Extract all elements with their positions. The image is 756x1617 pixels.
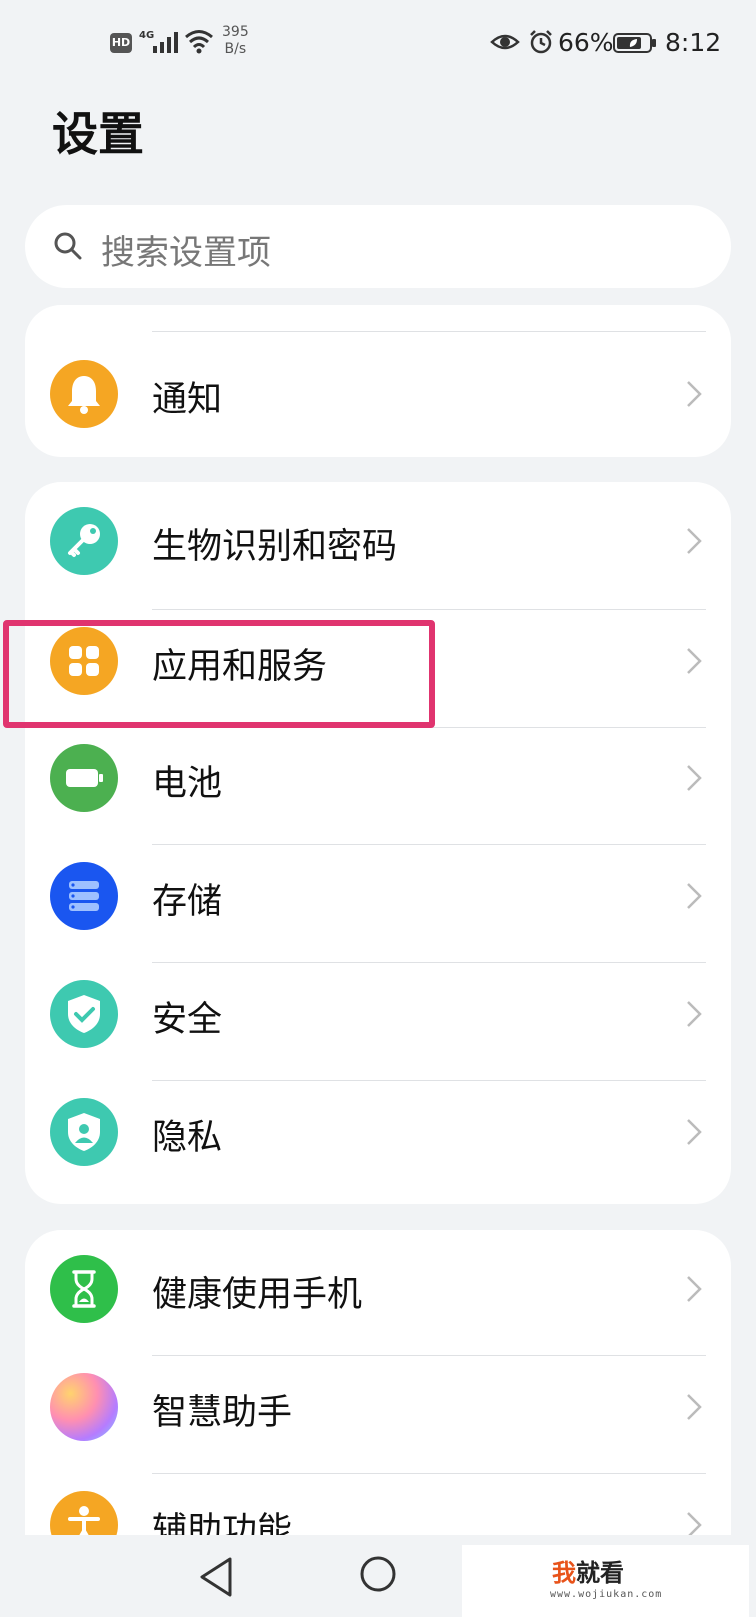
assistant-orb-icon: [50, 1373, 118, 1441]
chevron-right-icon: [687, 648, 702, 674]
network-speed-unit: B/s: [224, 41, 247, 57]
wifi-icon: [185, 30, 213, 54]
chevron-right-icon: [687, 528, 702, 554]
battery-saver-icon: [613, 33, 656, 53]
chevron-right-icon: [687, 1001, 702, 1027]
settings-group-2: 生物识别和密码 应用和服务 电池 存储 安全 隐私: [25, 482, 731, 1204]
settings-item-digital-balance[interactable]: 健康使用手机: [25, 1230, 731, 1348]
battery-icon: [50, 744, 118, 812]
chevron-right-icon: [687, 1119, 702, 1145]
clock: 8:12: [665, 28, 722, 57]
watermark-url: www.wojiukan.com: [550, 1589, 663, 1600]
shield-check-icon: [50, 980, 118, 1048]
settings-item-label: 电池: [152, 764, 223, 804]
back-icon[interactable]: [196, 1555, 236, 1599]
chevron-right-icon: [687, 381, 702, 407]
settings-item-label: 生物识别和密码: [152, 527, 398, 567]
watermark-logo: 我就看: [552, 1559, 624, 1587]
settings-item-security[interactable]: 安全: [25, 955, 731, 1073]
alarm-icon: [530, 30, 552, 54]
battery-percent: 66%: [558, 28, 614, 57]
network-speed: 395 B/s: [222, 24, 249, 58]
page-title: 设置: [52, 107, 144, 161]
settings-item-battery[interactable]: 电池: [25, 719, 731, 837]
settings-item-biometrics-password[interactable]: 生物识别和密码: [25, 482, 731, 600]
settings-item-notifications[interactable]: 通知: [25, 335, 731, 453]
signal-icon: [153, 32, 178, 53]
watermark: 我就看 www.wojiukan.com: [462, 1545, 749, 1617]
key-icon: [50, 507, 118, 575]
chevron-right-icon: [687, 883, 702, 909]
divider: [152, 331, 706, 332]
settings-item-label: 隐私: [152, 1118, 223, 1158]
settings-item-label: 健康使用手机: [152, 1275, 363, 1315]
chevron-right-icon: [687, 1394, 702, 1420]
eye-comfort-icon: [490, 34, 520, 50]
search-icon: [54, 232, 82, 260]
status-bar: HD 4G 395 B/s 66% 8:12: [0, 0, 756, 90]
settings-item-label: 智慧助手: [152, 1393, 293, 1433]
bell-icon: [50, 360, 118, 428]
chevron-right-icon: [687, 765, 702, 791]
settings-item-label: 通知: [152, 380, 223, 420]
settings-screen: HD 4G 395 B/s 66% 8:12 设置 搜索设置项 通知 生物识别和…: [0, 0, 756, 1617]
search-bar[interactable]: 搜索设置项: [25, 205, 731, 288]
settings-item-label: 安全: [152, 1000, 223, 1040]
hourglass-icon: [50, 1255, 118, 1323]
home-icon[interactable]: [358, 1554, 398, 1594]
search-placeholder: 搜索设置项: [101, 233, 271, 273]
settings-item-privacy[interactable]: 隐私: [25, 1073, 731, 1191]
privacy-shield-icon: [50, 1098, 118, 1166]
hd-badge: HD: [110, 33, 132, 53]
network-speed-value: 395: [222, 24, 249, 40]
settings-group-1: 通知: [25, 305, 731, 457]
settings-item-label: 存储: [152, 882, 223, 922]
chevron-right-icon: [687, 1276, 702, 1302]
storage-icon: [50, 862, 118, 930]
settings-item-storage[interactable]: 存储: [25, 837, 731, 955]
highlight-box: [3, 620, 435, 728]
settings-item-smart-assistant[interactable]: 智慧助手: [25, 1348, 731, 1466]
